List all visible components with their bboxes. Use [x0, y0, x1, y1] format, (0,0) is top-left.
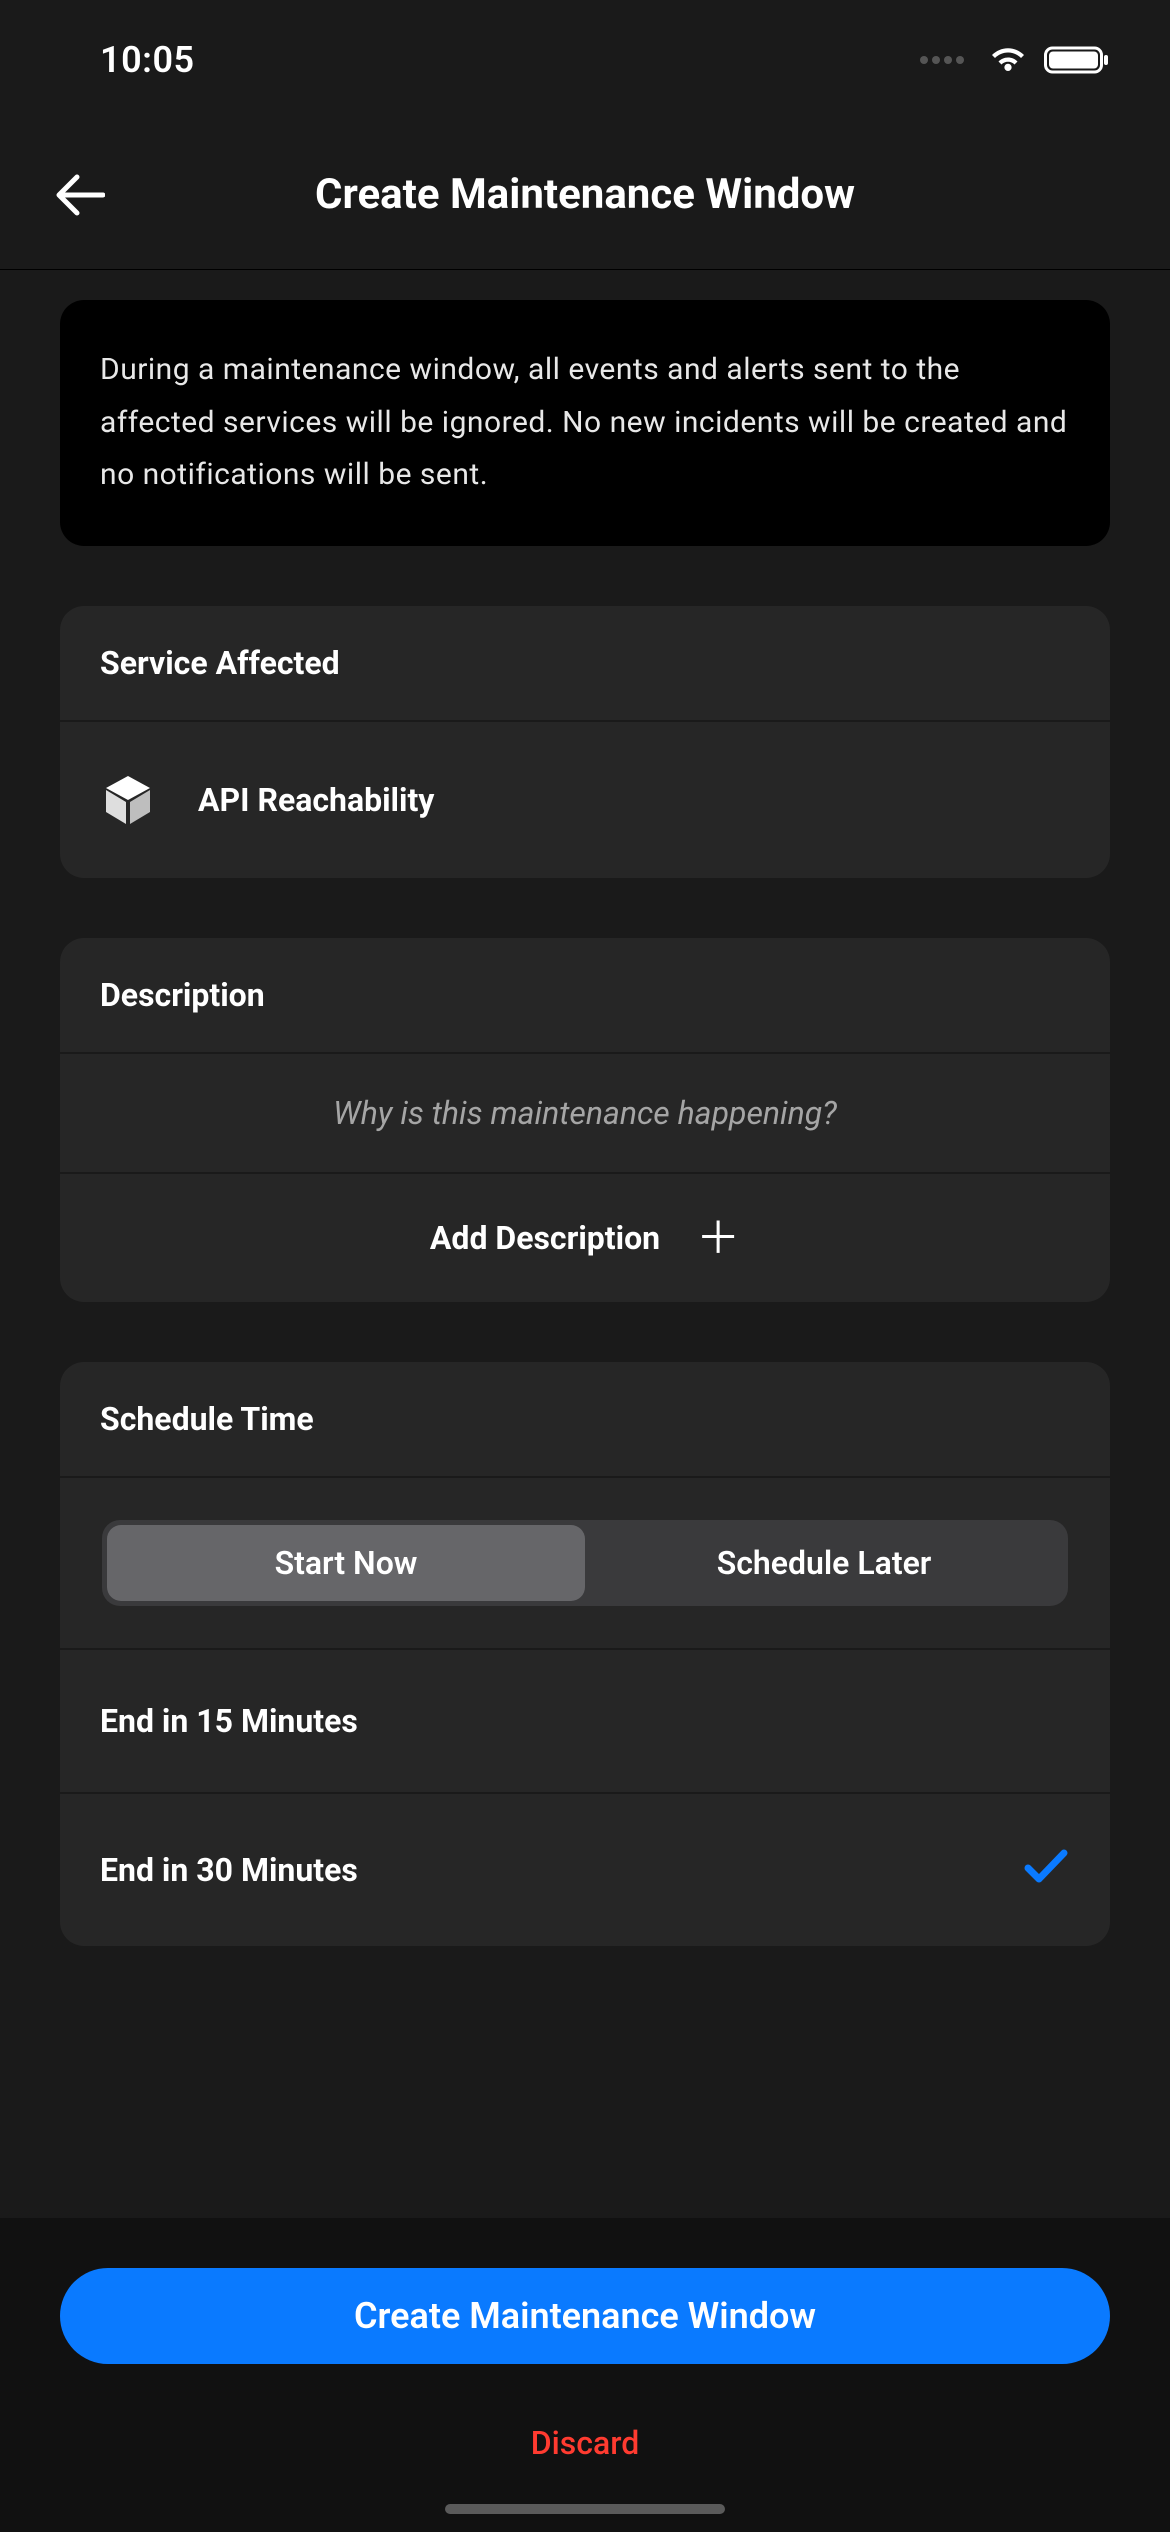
description-section: Description Why is this maintenance happ…	[60, 938, 1110, 1302]
home-indicator[interactable]	[445, 2504, 725, 2514]
back-button[interactable]	[40, 155, 120, 235]
nav-header: Create Maintenance Window	[0, 120, 1170, 270]
check-icon	[1022, 1846, 1070, 1894]
status-icons	[920, 45, 1110, 75]
content-area: During a maintenance window, all events …	[0, 270, 1170, 1946]
option-label: End in 30 Minutes	[100, 1851, 358, 1889]
bottom-bar: Create Maintenance Window Discard	[0, 2218, 1170, 2532]
plus-icon: ＋	[696, 1216, 740, 1260]
cube-icon	[100, 772, 156, 828]
segmented-control: Start Now Schedule Later	[102, 1520, 1068, 1606]
arrow-left-icon	[55, 173, 105, 217]
segment-start-now[interactable]: Start Now	[107, 1525, 585, 1601]
schedule-time-section: Schedule Time Start Now Schedule Later E…	[60, 1362, 1110, 1946]
battery-icon	[1044, 45, 1110, 75]
description-prompt: Why is this maintenance happening?	[60, 1054, 1110, 1174]
description-header: Description	[60, 938, 1110, 1054]
option-end-15[interactable]: End in 15 Minutes	[60, 1650, 1110, 1794]
add-description-label: Add Description	[430, 1219, 660, 1257]
add-description-button[interactable]: Add Description ＋	[60, 1174, 1110, 1302]
service-name: API Reachability	[198, 781, 434, 819]
page-title: Create Maintenance Window	[0, 170, 1170, 219]
service-affected-header: Service Affected	[60, 606, 1110, 722]
segment-schedule-later[interactable]: Schedule Later	[585, 1525, 1063, 1601]
status-bar: 10:05	[0, 0, 1170, 120]
option-end-30[interactable]: End in 30 Minutes	[60, 1794, 1110, 1946]
wifi-icon	[988, 45, 1028, 75]
option-label: End in 15 Minutes	[100, 1702, 358, 1740]
create-button[interactable]: Create Maintenance Window	[60, 2268, 1110, 2364]
schedule-time-header: Schedule Time	[60, 1362, 1110, 1478]
segmented-control-wrap: Start Now Schedule Later	[60, 1478, 1110, 1650]
service-affected-section: Service Affected API Reachability	[60, 606, 1110, 878]
info-banner: During a maintenance window, all events …	[60, 300, 1110, 546]
service-row[interactable]: API Reachability	[60, 722, 1110, 878]
discard-button[interactable]: Discard	[60, 2424, 1110, 2462]
cellular-dots-icon	[920, 56, 964, 64]
status-time: 10:05	[100, 39, 195, 81]
